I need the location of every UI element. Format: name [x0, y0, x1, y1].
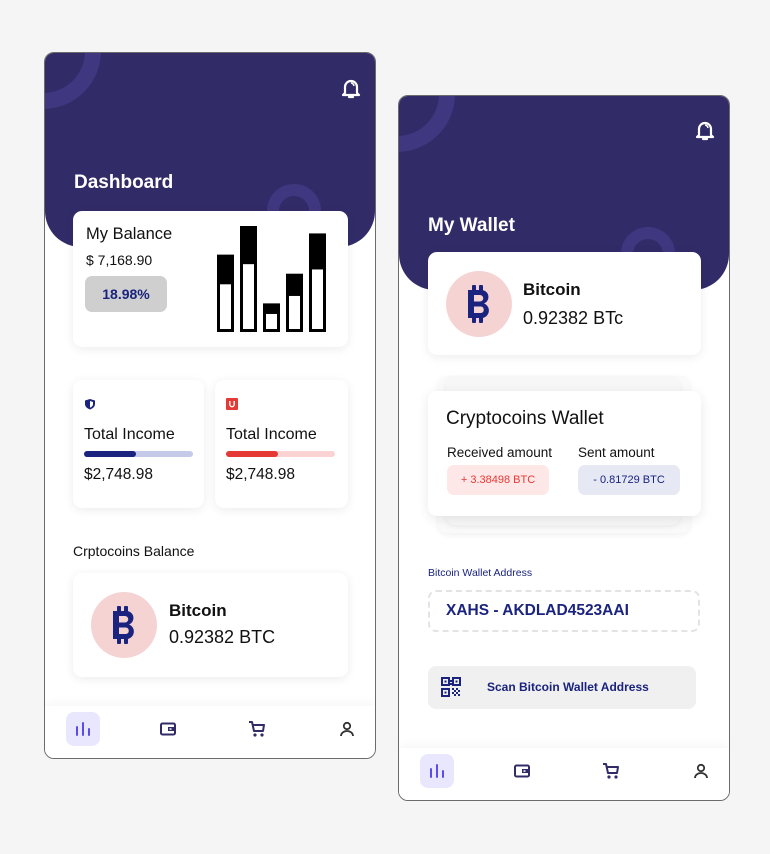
magnet-icon	[226, 398, 238, 410]
page-title: Dashboard	[74, 172, 174, 193]
income-title: Total Income	[84, 426, 175, 443]
received-label: Received amount	[447, 445, 553, 460]
nav-item-profile[interactable]	[684, 754, 718, 788]
scan-button-label: Scan Bitcoin Wallet Address	[487, 680, 649, 694]
bitcoin-icon	[468, 285, 489, 323]
crypto-wallet-title: Cryptocoins Wallet	[446, 408, 604, 429]
wallet-screen: My Wallet Bitcoin 0.92382 BTc Cryptocoin…	[398, 95, 730, 801]
received-amount: + 3.38498 BTC	[447, 465, 549, 495]
cart-icon	[603, 763, 619, 779]
coin-card[interactable]: Bitcoin 0.92382 BTc	[428, 252, 701, 355]
section-label: Crptocoins Balance	[73, 543, 195, 559]
profile-icon	[694, 763, 708, 779]
balance-bar-chart	[217, 226, 326, 332]
bar-inner	[220, 284, 231, 329]
sent-label: Sent amount	[578, 445, 655, 460]
bar-inner	[243, 264, 254, 329]
income-card: Total Income $2,748.98	[73, 380, 204, 508]
decorative-ring	[399, 96, 455, 152]
bell-icon[interactable]	[341, 78, 361, 100]
wallet-icon	[160, 722, 176, 736]
bottom-nav	[399, 748, 729, 800]
coin-card[interactable]: Bitcoin 0.92382 BTC	[73, 573, 348, 677]
address-label: Bitcoin Wallet Address	[428, 567, 533, 579]
balance-change-badge: 18.98%	[85, 276, 167, 312]
profile-icon	[340, 721, 354, 737]
nav-item-cart[interactable]	[240, 712, 274, 746]
income-value: $2,748.98	[226, 466, 295, 483]
stats-icon	[76, 722, 90, 736]
income-value: $2,748.98	[84, 466, 153, 483]
coin-name: Bitcoin	[169, 601, 227, 620]
income-progress-track	[84, 451, 193, 457]
crypto-wallet-card: Cryptocoins Wallet Received amount Sent …	[428, 391, 701, 516]
wallet-icon	[514, 764, 530, 778]
nav-item-cart[interactable]	[594, 754, 628, 788]
decorative-ring	[45, 53, 101, 109]
bar-inner	[289, 295, 300, 329]
page-title: My Wallet	[428, 215, 515, 236]
stats-icon	[430, 764, 444, 778]
coin-name: Bitcoin	[523, 280, 581, 299]
coin-amount: 0.92382 BTc	[523, 308, 624, 328]
income-progress-fill	[84, 451, 137, 457]
coin-amount: 0.92382 BTC	[169, 627, 276, 647]
nav-item-wallet[interactable]	[151, 712, 185, 746]
nav-item-stats[interactable]	[420, 754, 454, 788]
coin-avatar	[91, 592, 157, 658]
sent-amount: - 0.81729 BTC	[578, 465, 680, 495]
income-card: Total Income $2,748.98	[215, 380, 348, 508]
wallet-address-field[interactable]: XAHS - AKDLAD4523AAI	[428, 590, 700, 632]
scan-address-button[interactable]: Scan Bitcoin Wallet Address	[428, 666, 696, 709]
income-progress-track	[226, 451, 335, 457]
nav-item-stats[interactable]	[66, 712, 100, 746]
income-title: Total Income	[226, 426, 317, 443]
balance-amount: $ 7,168.90	[86, 252, 153, 268]
coin-avatar	[446, 271, 512, 337]
cart-icon	[249, 721, 265, 737]
balance-label: My Balance	[86, 225, 173, 243]
bar-inner	[312, 269, 323, 329]
qr-code-icon	[441, 677, 461, 697]
bottom-nav	[45, 706, 375, 758]
bitcoin-icon	[113, 606, 134, 644]
bar-inner	[266, 313, 277, 329]
nav-item-wallet[interactable]	[505, 754, 539, 788]
bell-icon[interactable]	[695, 120, 715, 142]
shield-icon	[85, 399, 95, 410]
dashboard-screen: Dashboard My Balance $ 7,168.90 18.98% T…	[44, 52, 376, 759]
nav-item-profile[interactable]	[330, 712, 364, 746]
income-progress-fill	[226, 451, 279, 457]
balance-card: My Balance $ 7,168.90 18.98%	[73, 211, 348, 347]
